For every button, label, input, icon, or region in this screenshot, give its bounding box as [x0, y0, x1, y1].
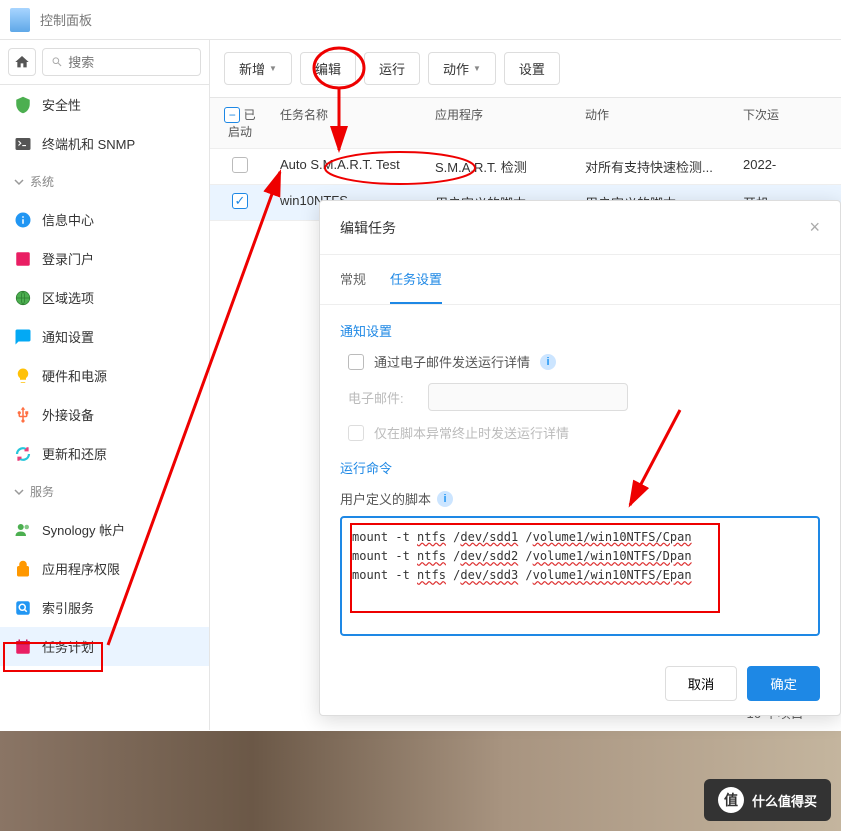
portal-icon — [14, 250, 32, 268]
header-app[interactable]: 应用程序 — [425, 98, 575, 148]
sidebar-item-label: 安全性 — [42, 95, 81, 114]
sidebar-group-system[interactable]: 系统 — [0, 163, 209, 200]
calendar-icon — [14, 638, 32, 656]
section-notify: 通知设置 — [340, 321, 820, 340]
chevron-down-icon — [14, 177, 24, 187]
caret-icon: ▼ — [473, 64, 481, 73]
header-action[interactable]: 动作 — [575, 98, 733, 148]
lock-icon — [14, 560, 32, 578]
dialog-title: 编辑任务 — [340, 218, 396, 238]
sidebar-group-services[interactable]: 服务 — [0, 473, 209, 510]
header-name[interactable]: 任务名称 — [270, 98, 425, 148]
sidebar-item-login[interactable]: 登录门户 — [0, 239, 209, 278]
script-textarea[interactable]: mount -t ntfs /dev/sdd1 /volume1/win10NT… — [340, 516, 820, 636]
sidebar-item-index[interactable]: 索引服务 — [0, 588, 209, 627]
search-field[interactable] — [68, 55, 192, 70]
refresh-icon — [14, 445, 32, 463]
info-icon[interactable]: i — [540, 354, 556, 370]
sidebar-item-notify[interactable]: 通知设置 — [0, 317, 209, 356]
close-button[interactable]: × — [809, 217, 820, 238]
sidebar-item-update[interactable]: 更新和还原 — [0, 434, 209, 473]
sidebar-item-region[interactable]: 区域选项 — [0, 278, 209, 317]
script-label: 用户定义的脚本 i — [340, 489, 820, 508]
action-button[interactable]: 动作▼ — [428, 52, 496, 85]
row-checkbox[interactable]: ✓ — [232, 193, 248, 209]
sidebar-item-terminal[interactable]: 终端机和 SNMP — [0, 124, 209, 163]
checkbox[interactable] — [348, 354, 364, 370]
sidebar: 安全性 终端机和 SNMP 系统 信息中心 登录门户 区域选项 通知设置 硬件和… — [0, 40, 210, 730]
sidebar-item-label: 终端机和 SNMP — [42, 134, 135, 153]
shield-icon — [14, 96, 32, 114]
sidebar-item-task-scheduler[interactable]: 任务计划 — [0, 627, 209, 666]
edit-button[interactable]: 编辑 — [300, 52, 356, 85]
sidebar-item-info[interactable]: 信息中心 — [0, 200, 209, 239]
bulb-icon — [14, 367, 32, 385]
title-bar: 控制面板 — [0, 0, 841, 40]
app-icon — [10, 8, 30, 32]
watermark: 值 什么值得买 — [704, 779, 831, 821]
new-button[interactable]: 新增▼ — [224, 52, 292, 85]
app-title: 控制面板 — [40, 10, 92, 29]
sidebar-item-external[interactable]: 外接设备 — [0, 395, 209, 434]
header-enabled[interactable]: − 已启动 — [210, 98, 270, 148]
user-icon — [14, 521, 32, 539]
watermark-icon: 值 — [718, 787, 744, 813]
sidebar-item-hardware[interactable]: 硬件和电源 — [0, 356, 209, 395]
usb-icon — [14, 406, 32, 424]
search-icon — [51, 55, 63, 69]
checkbox — [348, 425, 364, 441]
email-field-row: 电子邮件: — [340, 383, 820, 411]
section-run: 运行命令 — [340, 458, 820, 477]
header-next[interactable]: 下次运 — [733, 98, 841, 148]
table-header: − 已启动 任务名称 应用程序 动作 下次运 — [210, 98, 841, 149]
chevron-down-icon — [14, 487, 24, 497]
send-email-row[interactable]: 通过电子邮件发送运行详情 i — [340, 352, 820, 371]
info-icon — [14, 211, 32, 229]
sidebar-item-security[interactable]: 安全性 — [0, 85, 209, 124]
tab-task-settings[interactable]: 任务设置 — [390, 255, 442, 304]
cancel-button[interactable]: 取消 — [665, 666, 738, 701]
only-error-row: 仅在脚本异常终止时发送运行详情 — [340, 423, 820, 442]
search-input[interactable] — [42, 48, 201, 76]
search-service-icon — [14, 599, 32, 617]
caret-icon: ▼ — [269, 64, 277, 73]
sidebar-item-privilege[interactable]: 应用程序权限 — [0, 549, 209, 588]
checkbox-indeterminate[interactable]: − — [224, 107, 240, 123]
tab-general[interactable]: 常规 — [340, 255, 366, 304]
info-icon[interactable]: i — [437, 491, 453, 507]
sidebar-item-account[interactable]: Synology 帐户 — [0, 510, 209, 549]
home-button[interactable] — [8, 48, 36, 76]
table-row[interactable]: Auto S.M.A.R.T. Test S.M.A.R.T. 检测 对所有支持… — [210, 149, 841, 185]
toolbar: 新增▼ 编辑 运行 动作▼ 设置 — [210, 40, 841, 98]
run-button[interactable]: 运行 — [364, 52, 420, 85]
terminal-icon — [14, 135, 32, 153]
row-checkbox[interactable] — [232, 157, 248, 173]
edit-task-dialog: 编辑任务 × 常规 任务设置 通知设置 通过电子邮件发送运行详情 i 电子邮件:… — [319, 200, 841, 716]
ok-button[interactable]: 确定 — [747, 666, 820, 701]
globe-icon — [14, 289, 32, 307]
settings-button[interactable]: 设置 — [504, 52, 560, 85]
email-input — [428, 383, 628, 411]
chat-icon — [14, 328, 32, 346]
